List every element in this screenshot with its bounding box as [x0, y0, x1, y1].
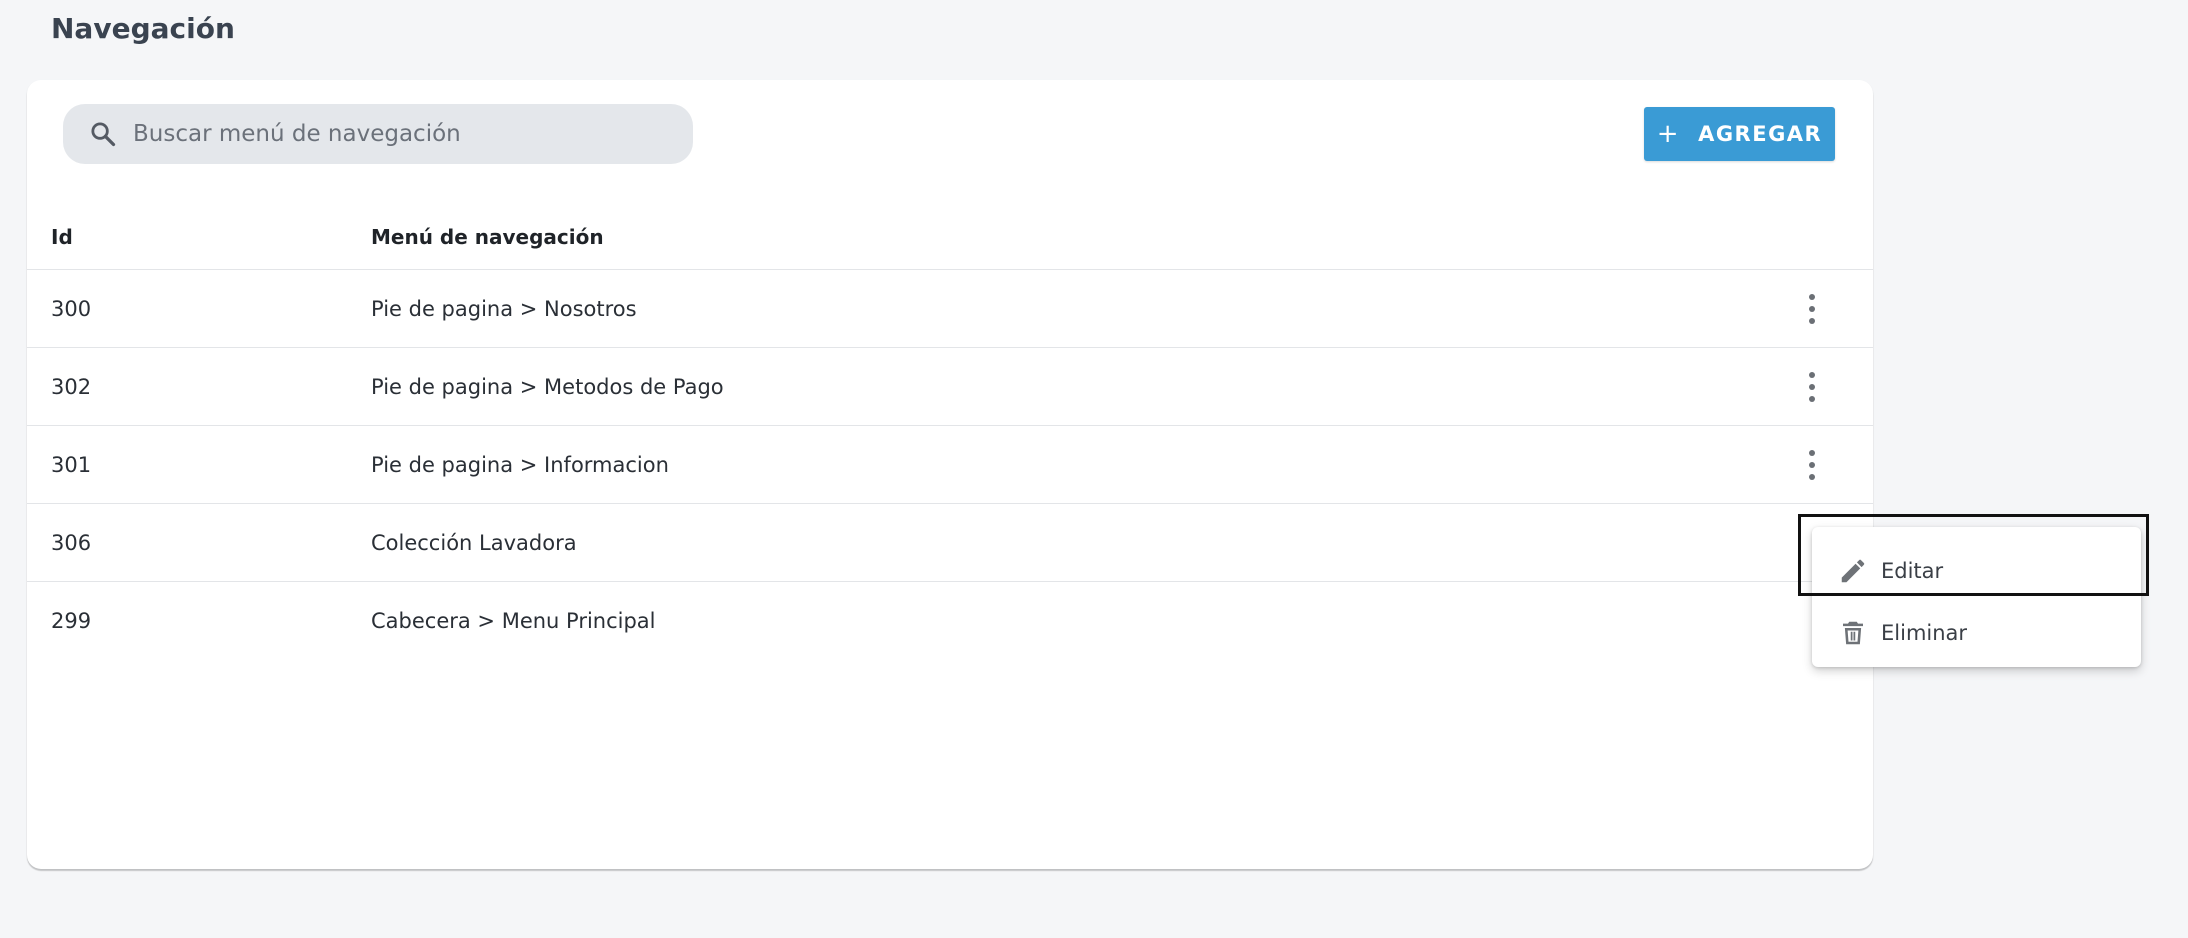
menu-item-edit[interactable]: Editar — [1812, 540, 2141, 602]
add-button-label: AGREGAR — [1698, 122, 1823, 146]
table-row[interactable]: 299 Cabecera > Menu Principal — [27, 582, 1873, 660]
table-row[interactable]: 302 Pie de pagina > Metodos de Pago — [27, 348, 1873, 426]
row-menu-name: Pie de pagina > Metodos de Pago — [371, 374, 724, 399]
search-icon — [91, 122, 116, 147]
trash-icon — [1843, 621, 1863, 645]
row-id: 300 — [51, 296, 92, 321]
add-button[interactable]: + AGREGAR — [1644, 107, 1835, 161]
table-row[interactable]: 301 Pie de pagina > Informacion — [27, 426, 1873, 504]
search-bar[interactable] — [63, 104, 693, 164]
plus-icon: + — [1656, 119, 1681, 149]
more-vert-icon[interactable] — [1807, 450, 1817, 480]
search-input[interactable] — [133, 104, 673, 164]
row-menu-name: Colección Lavadora — [371, 530, 577, 555]
row-id: 302 — [51, 374, 92, 399]
navigation-table: Id Menú de navegación 300 Pie de pagina … — [27, 205, 1873, 660]
table-row[interactable]: 300 Pie de pagina > Nosotros — [27, 270, 1873, 348]
column-header-menu: Menú de navegación — [371, 225, 604, 249]
more-vert-icon[interactable] — [1807, 372, 1817, 402]
table-header: Id Menú de navegación — [27, 205, 1873, 270]
row-id: 301 — [51, 452, 92, 477]
row-menu-name: Pie de pagina > Nosotros — [371, 296, 637, 321]
row-actions-menu: Editar Eliminar — [1812, 527, 2141, 667]
table-row[interactable]: 306 Colección Lavadora — [27, 504, 1873, 582]
row-menu-name: Pie de pagina > Informacion — [371, 452, 669, 477]
row-id: 299 — [51, 609, 92, 633]
navigation-card: + AGREGAR Id Menú de navegación 300 Pie … — [27, 80, 1873, 869]
menu-item-label: Editar — [1881, 559, 1944, 583]
column-header-id: Id — [51, 225, 73, 249]
row-id: 306 — [51, 530, 92, 555]
menu-item-label: Eliminar — [1881, 621, 1968, 645]
page-title: Navegación — [51, 12, 235, 45]
row-menu-name: Cabecera > Menu Principal — [371, 609, 656, 633]
pencil-icon — [1841, 559, 1865, 583]
menu-item-delete[interactable]: Eliminar — [1812, 602, 2141, 664]
more-vert-icon[interactable] — [1807, 294, 1817, 324]
